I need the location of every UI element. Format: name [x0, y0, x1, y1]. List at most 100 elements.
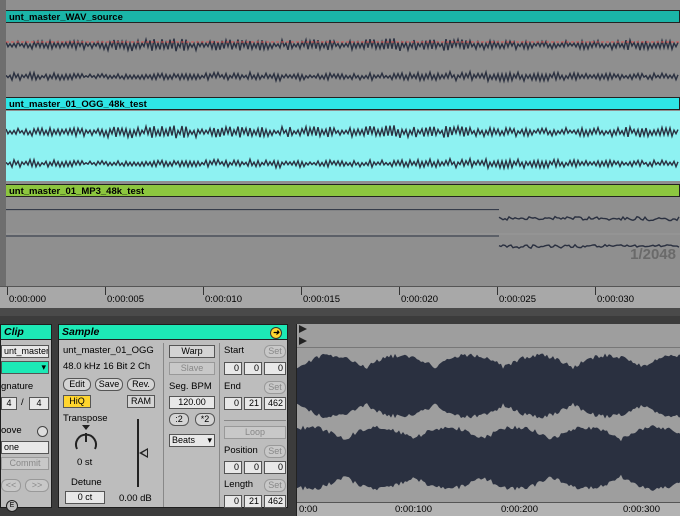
- track-waveform[interactable]: [6, 24, 680, 94]
- transpose-knob[interactable]: [73, 429, 99, 455]
- waveform-display: [6, 123, 679, 171]
- halve-bpm-button[interactable]: :2: [169, 413, 189, 426]
- reverse-button[interactable]: Rev.: [127, 378, 155, 391]
- loop-button[interactable]: Loop: [224, 426, 286, 439]
- warp-mode-select[interactable]: Beats ▾: [169, 434, 215, 447]
- start-beat[interactable]: 0: [244, 362, 262, 375]
- start-marker-icon[interactable]: [299, 325, 307, 333]
- transpose-label: Transpose: [63, 413, 108, 424]
- ruler-label: 0:00:000: [9, 294, 46, 305]
- separator: [163, 343, 164, 507]
- ruler-tick: [301, 287, 302, 295]
- end-set-button[interactable]: Set: [264, 381, 286, 394]
- arrow-right-icon[interactable]: ➜: [270, 327, 282, 339]
- groove-label: oove: [1, 425, 22, 436]
- end-bar[interactable]: 0: [224, 397, 242, 410]
- separator: [219, 343, 220, 507]
- start-label: Start: [224, 345, 245, 356]
- edit-button[interactable]: Edit: [63, 378, 91, 391]
- track-wav-source[interactable]: unt_master_WAV_source: [6, 10, 680, 94]
- clip-color-select[interactable]: ▾: [1, 361, 49, 374]
- detune-label: Detune: [71, 477, 102, 488]
- warp-button[interactable]: Warp: [169, 345, 215, 358]
- ruler-label: 0:00:100: [395, 504, 432, 515]
- sample-box: Sample ➜ unt_master_01_OGG 48.0 kHz 16 B…: [58, 324, 288, 508]
- divider: [224, 420, 286, 421]
- position-sixteenth[interactable]: 0: [264, 461, 286, 474]
- save-button[interactable]: Save: [95, 378, 123, 391]
- detune-field[interactable]: 0 ct: [65, 491, 105, 504]
- groove-select[interactable]: one: [1, 441, 49, 454]
- sample-editor[interactable]: 0:00 0:00:100 0:00:200 0:00:300: [296, 324, 680, 516]
- slave-button[interactable]: Slave: [169, 362, 215, 375]
- signature-denominator[interactable]: 4: [29, 397, 49, 410]
- length-sixteenth[interactable]: 462: [264, 495, 286, 508]
- waveform-display: [6, 36, 680, 84]
- ruler-label: 0:00:025: [499, 294, 536, 305]
- waveform-display: [6, 209, 680, 250]
- ruler-label: 0:00:010: [205, 294, 242, 305]
- ruler-label: 0:00:300: [623, 504, 660, 515]
- track-mp3[interactable]: unt_master_01_MP3_48k_test: [6, 184, 680, 270]
- track-clip-title[interactable]: unt_master_WAV_source: [6, 10, 680, 23]
- position-set-button[interactable]: Set: [264, 445, 286, 458]
- bpm-field[interactable]: 120.00: [169, 396, 215, 409]
- arrangement-view[interactable]: unt_master_WAV_source unt_master_01_OGG_…: [0, 0, 680, 308]
- chevron-down-icon: ▾: [207, 435, 212, 445]
- next-clip-button[interactable]: >>: [25, 479, 49, 492]
- start-set-button[interactable]: Set: [264, 345, 286, 358]
- loop-marker-icon[interactable]: [299, 337, 307, 345]
- signature-numerator[interactable]: 4: [1, 397, 17, 410]
- start-sixteenth[interactable]: 0: [264, 362, 286, 375]
- track-ogg[interactable]: unt_master_01_OGG_48k_test: [6, 97, 680, 181]
- sample-file-name: unt_master_01_OGG: [63, 345, 154, 356]
- end-sixteenth[interactable]: 462: [264, 397, 286, 410]
- sample-box-title: Sample ➜: [59, 325, 287, 340]
- transpose-center-icon: [82, 425, 90, 430]
- gain-value: 0.00 dB: [119, 493, 152, 504]
- clip-box: Clip unt_master ▾ gnature 4 / 4 oove one…: [0, 324, 52, 508]
- position-label: Position: [224, 445, 258, 456]
- ram-button[interactable]: RAM: [127, 395, 155, 408]
- signature-slash: /: [21, 397, 24, 408]
- end-label: End: [224, 381, 241, 392]
- length-set-button[interactable]: Set: [264, 479, 286, 492]
- position-bar[interactable]: 0: [224, 461, 242, 474]
- length-bar[interactable]: 0: [224, 495, 242, 508]
- track-waveform[interactable]: [6, 111, 680, 181]
- start-bar[interactable]: 0: [224, 362, 242, 375]
- double-bpm-button[interactable]: *2: [195, 413, 215, 426]
- commit-button[interactable]: Commit: [1, 457, 49, 470]
- chevron-down-icon: ▾: [41, 362, 46, 372]
- signature-label: gnature: [1, 381, 34, 392]
- length-label: Length: [224, 479, 254, 490]
- ruler-tick: [203, 287, 204, 295]
- ruler-label: 0:00:015: [303, 294, 340, 305]
- warp-mode-value: Beats: [172, 435, 196, 445]
- clip-name-field[interactable]: unt_master: [1, 345, 49, 358]
- position-beat[interactable]: 0: [244, 461, 262, 474]
- sample-info: 48.0 kHz 16 Bit 2 Ch: [63, 361, 151, 372]
- bpm-label: Seg. BPM: [169, 381, 212, 392]
- groove-hotswap-icon[interactable]: [37, 426, 48, 437]
- track-waveform[interactable]: [6, 198, 680, 270]
- track-clip-title[interactable]: unt_master_01_OGG_48k_test: [6, 97, 680, 110]
- e-button[interactable]: E: [6, 500, 18, 512]
- ruler-label: 0:00:030: [597, 294, 634, 305]
- sample-time-ruler[interactable]: 0:00 0:00:100 0:00:200 0:00:300: [297, 502, 680, 516]
- prev-clip-button[interactable]: <<: [1, 479, 21, 492]
- hiq-button[interactable]: HiQ: [63, 395, 91, 408]
- ruler-tick: [595, 287, 596, 295]
- track-clip-title[interactable]: unt_master_01_MP3_48k_test: [6, 184, 680, 197]
- ruler-tick: [105, 287, 106, 295]
- ruler-label: 0:00:200: [501, 504, 538, 515]
- time-ruler[interactable]: 0:00:000 0:00:005 0:00:010 0:00:015 0:00…: [0, 286, 680, 308]
- sample-waveform: [297, 353, 680, 491]
- end-beat[interactable]: 21: [244, 397, 262, 410]
- detail-view: Clip unt_master ▾ gnature 4 / 4 oove one…: [0, 316, 680, 516]
- ruler-label: 0:00:005: [107, 294, 144, 305]
- sample-title-text: Sample: [62, 326, 100, 338]
- length-beat[interactable]: 21: [244, 495, 262, 508]
- ruler-label: 0:00: [299, 504, 318, 515]
- zoom-level: 1/2048: [630, 246, 676, 263]
